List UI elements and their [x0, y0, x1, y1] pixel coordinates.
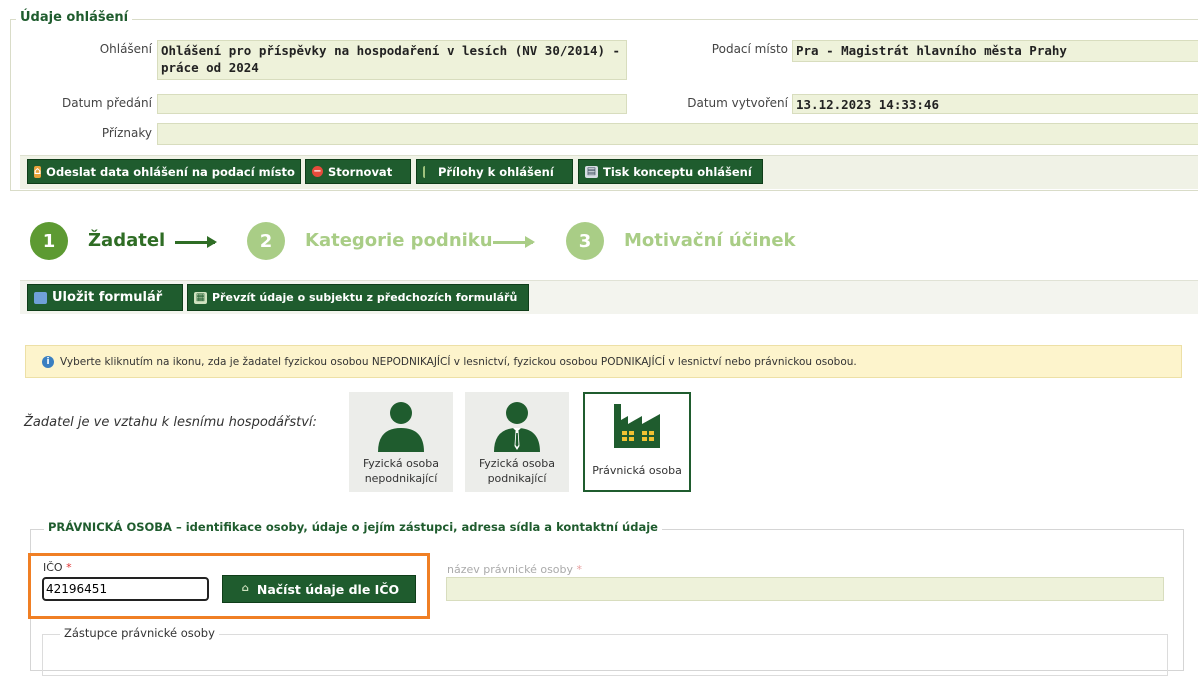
save-form-label: Uložit formulář	[52, 290, 163, 305]
report-field: Ohlášení pro příspěvky na hospodaření v …	[157, 40, 627, 80]
handover-date-label: Datum předání	[62, 96, 152, 110]
submission-place-label: Podací místo	[711, 42, 788, 56]
legal-entity-legend: PRÁVNICKÁ OSOBA – identifikace osoby, úd…	[44, 520, 662, 534]
send-report-button[interactable]: ⌂ Odeslat data ohlášení na podací místo	[27, 159, 301, 184]
option-label-line1: Fyzická osoba	[362, 457, 440, 470]
report-label: Ohlášení	[99, 42, 152, 56]
creation-date-label: Datum vytvoření	[687, 96, 788, 110]
load-by-ico-button[interactable]: ⌂ Načíst údaje dle IČO	[222, 575, 416, 603]
businessman-icon	[494, 402, 540, 452]
option-label-line2: podnikající	[487, 472, 547, 485]
printer-icon: ▤	[585, 165, 598, 178]
print-draft-label: Tisk konceptu ohlášení	[603, 164, 752, 179]
send-report-label: Odeslat data ohlášení na podací místo	[46, 164, 295, 179]
option-natural-person-nonbusiness[interactable]: Fyzická osoba nepodnikající	[349, 392, 453, 492]
import-subject-label: Převzít údaje o subjektu z předchozích f…	[212, 291, 518, 304]
option-label-line1: Fyzická osoba	[478, 457, 556, 470]
option-label-line1: Právnická osoba	[592, 464, 682, 477]
import-subject-button[interactable]: ▦ Převzít údaje o subjektu z předchozích…	[187, 284, 529, 311]
report-value-line2: práce od 2024	[161, 60, 259, 75]
home-icon: ⌂	[34, 165, 42, 178]
step-arrow-icon	[175, 236, 217, 248]
load-by-ico-label: Načíst údaje dle IČO	[256, 581, 400, 597]
ico-label: IČO *	[43, 561, 72, 574]
attachment-icon	[423, 165, 433, 178]
step-arrow-icon	[493, 236, 535, 248]
stop-icon: −	[312, 166, 323, 177]
ico-input[interactable]	[42, 577, 209, 601]
step-1-circle[interactable]: 1	[30, 222, 68, 260]
info-message: i Vyberte kliknutím na ikonu, zda je žad…	[25, 345, 1182, 378]
flags-field	[157, 123, 1198, 145]
step-2-label[interactable]: Kategorie podniku	[305, 230, 493, 251]
representative-fieldset	[42, 634, 1168, 676]
option-legal-entity[interactable]: Právnická osoba	[583, 392, 691, 492]
option-label-line2: nepodnikající	[364, 472, 438, 485]
save-icon	[34, 291, 47, 304]
import-icon: ▦	[194, 291, 207, 304]
flags-label: Příznaky	[101, 126, 152, 140]
attachments-button[interactable]: Přílohy k ohlášení	[416, 159, 573, 184]
required-mark: *	[66, 561, 72, 574]
relation-label: Žadatel je ve vztahu k lesnímu hospodářs…	[24, 415, 317, 430]
person-icon	[378, 402, 424, 452]
step-3-circle[interactable]: 3	[566, 222, 604, 260]
save-form-button[interactable]: Uložit formulář	[27, 284, 183, 311]
entity-name-label: název právnické osoby *	[447, 563, 583, 576]
representative-legend: Zástupce právnické osoby	[60, 626, 219, 640]
info-icon: i	[42, 355, 54, 368]
cancel-label: Stornovat	[328, 164, 393, 179]
report-details-legend: Údaje ohlášení	[16, 10, 133, 25]
handover-date-field	[157, 94, 627, 114]
entity-name-field[interactable]	[446, 577, 1164, 601]
building-icon: ⌂	[241, 583, 249, 594]
info-text: Vyberte kliknutím na ikonu, zda je žadat…	[60, 355, 857, 368]
submission-place-field: Pra - Magistrát hlavního města Prahy	[792, 40, 1198, 62]
attachments-label: Přílohy k ohlášení	[438, 164, 554, 179]
report-value-line1: Ohlášení pro příspěvky na hospodaření v …	[161, 43, 621, 58]
creation-date-field: 13.12.2023 14:33:46	[792, 94, 1198, 114]
cancel-button[interactable]: − Stornovat	[305, 159, 411, 184]
step-1-label[interactable]: Žadatel	[88, 230, 165, 251]
step-3-label[interactable]: Motivační účinek	[624, 230, 796, 251]
option-natural-person-business[interactable]: Fyzická osoba podnikající	[465, 392, 569, 492]
factory-icon	[614, 404, 660, 448]
print-draft-button[interactable]: ▤ Tisk konceptu ohlášení	[578, 159, 763, 184]
step-2-circle[interactable]: 2	[247, 222, 285, 260]
